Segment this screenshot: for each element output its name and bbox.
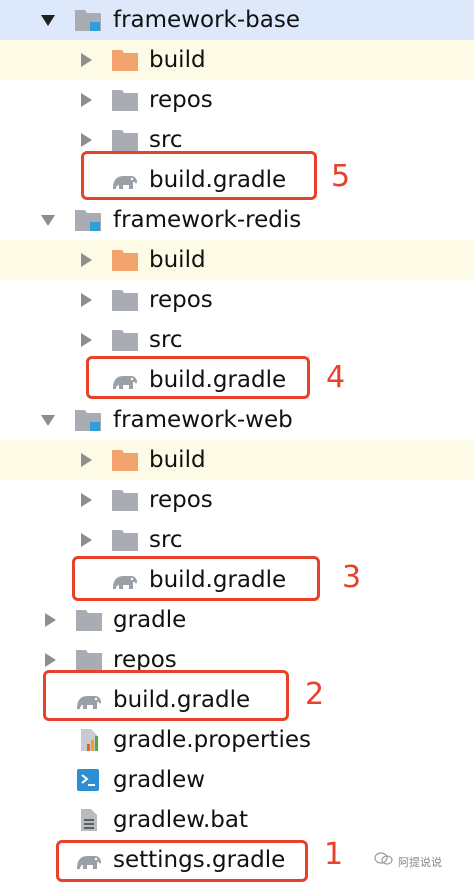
chevron-down-icon[interactable] [40, 12, 56, 28]
tree-row-repos[interactable]: repos [0, 80, 474, 120]
tree-row-repos[interactable]: repos [0, 280, 474, 320]
chevron-right-icon[interactable] [78, 132, 94, 148]
tree-item-label: build [149, 247, 206, 273]
tree-item-label: gradle [113, 607, 187, 633]
tree-row-repos[interactable]: repos [0, 480, 474, 520]
tree-row-build[interactable]: build [0, 240, 474, 280]
tree-item-label: framework-base [113, 7, 300, 33]
tree-item-label: repos [149, 287, 213, 313]
tree-row-src[interactable]: src [0, 320, 474, 360]
folder-icon [112, 290, 138, 311]
folder-icon [76, 650, 102, 671]
chevron-right-icon[interactable] [78, 292, 94, 308]
module-folder-icon [75, 410, 101, 431]
folder-icon [112, 330, 138, 351]
tree-item-label: gradlew [113, 767, 206, 793]
tree-item-label: src [149, 127, 183, 153]
chevron-right-icon[interactable] [78, 452, 94, 468]
folder-orange-icon [112, 450, 138, 471]
tree-item-label: repos [149, 487, 213, 513]
chevron-right-icon[interactable] [78, 92, 94, 108]
tree-item-label: src [149, 327, 183, 353]
folder-icon [112, 130, 138, 151]
annotation-number: 3 [342, 560, 362, 595]
chevron-down-icon[interactable] [40, 412, 56, 428]
text-file-icon [81, 809, 97, 831]
tree-row-build[interactable]: build [0, 440, 474, 480]
tree-item-label: framework-web [113, 407, 293, 433]
folder-icon [112, 90, 138, 111]
folder-icon [112, 490, 138, 511]
tree-item-label: repos [149, 87, 213, 113]
project-tree: framework-base build repos src build.gra… [0, 0, 474, 884]
tree-row-gradle[interactable]: gradle [0, 600, 474, 640]
folder-orange-icon [112, 50, 138, 71]
tree-item-label: build [149, 47, 206, 73]
chevron-right-icon[interactable] [78, 252, 94, 268]
tree-row-gradle-properties[interactable]: gradle.properties [0, 720, 474, 760]
watermark-text: 阿提说说 [398, 856, 442, 869]
tree-row-build[interactable]: build [0, 40, 474, 80]
chevron-right-icon[interactable] [42, 652, 58, 668]
annotation-number: 2 [305, 677, 325, 712]
folder-orange-icon [112, 250, 138, 271]
tree-row-framework-redis[interactable]: framework-redis [0, 200, 474, 240]
tree-row-gradlew[interactable]: gradlew [0, 760, 474, 800]
tree-item-label: src [149, 527, 183, 553]
highlight-box-2 [43, 670, 289, 721]
tree-row-src[interactable]: src [0, 520, 474, 560]
annotation-number: 5 [331, 159, 351, 194]
tree-row-framework-web[interactable]: framework-web [0, 400, 474, 440]
chevron-down-icon[interactable] [40, 212, 56, 228]
annotation-number: 1 [324, 837, 344, 872]
highlight-box-5 [81, 151, 317, 200]
chevron-right-icon[interactable] [78, 52, 94, 68]
module-folder-icon [75, 10, 101, 31]
chevron-right-icon[interactable] [42, 612, 58, 628]
folder-icon [112, 530, 138, 551]
chevron-right-icon[interactable] [78, 532, 94, 548]
folder-icon [76, 610, 102, 631]
chat-bubble-icon [374, 852, 393, 865]
highlight-box-3 [72, 556, 320, 601]
tree-item-label: gradlew.bat [113, 807, 249, 833]
tree-item-label: gradle.properties [113, 727, 311, 753]
module-folder-icon [75, 210, 101, 231]
tree-row-gradlew-bat[interactable]: gradlew.bat [0, 800, 474, 840]
tree-item-label: framework-redis [113, 207, 302, 233]
properties-file-icon [81, 729, 98, 751]
shell-script-icon [77, 769, 99, 791]
annotation-number: 4 [326, 360, 346, 395]
chevron-right-icon[interactable] [78, 492, 94, 508]
tree-item-label: build [149, 447, 206, 473]
tree-row-framework-base[interactable]: framework-base [0, 0, 474, 40]
chevron-right-icon[interactable] [78, 332, 94, 348]
highlight-box-4 [86, 356, 310, 399]
highlight-box-1 [56, 840, 308, 882]
